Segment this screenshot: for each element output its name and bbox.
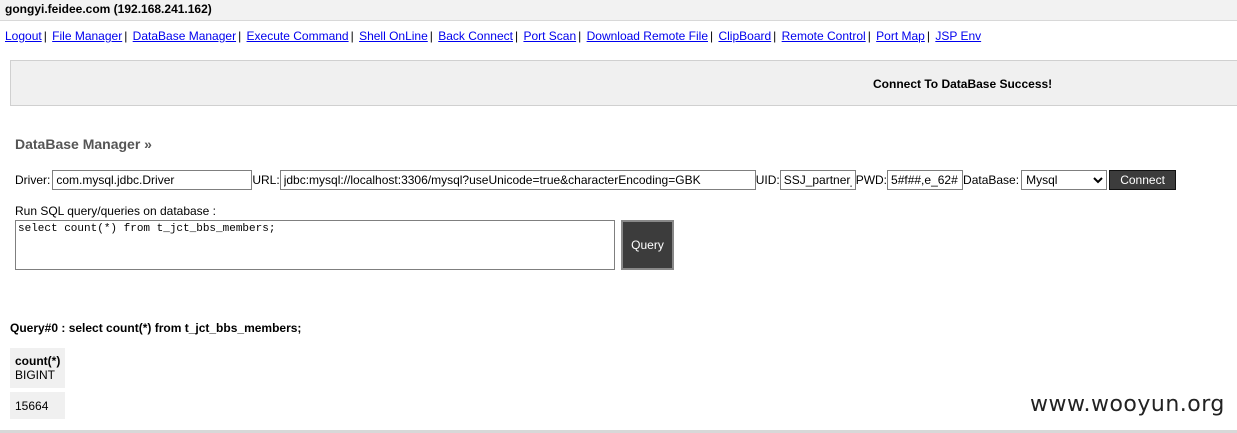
query-result-title: Query#0 : select count(*) from t_jct_bbs…: [10, 321, 302, 335]
nav-port-map[interactable]: Port Map: [876, 29, 925, 43]
database-select[interactable]: Mysql: [1021, 170, 1108, 190]
uid-input[interactable]: [779, 170, 856, 190]
nav-separator: |: [578, 29, 582, 43]
watermark-text: www.wooyun.org: [1030, 392, 1225, 417]
pwd-label: PWD:: [855, 173, 888, 187]
nav-jsp-env[interactable]: JSP Env: [935, 29, 981, 43]
pwd-input[interactable]: [887, 170, 964, 190]
nav-database-manager[interactable]: DataBase Manager: [133, 29, 236, 43]
nav-back-connect[interactable]: Back Connect: [438, 29, 513, 43]
nav-remote-control[interactable]: Remote Control: [782, 29, 866, 43]
connect-button[interactable]: Connect: [1109, 170, 1177, 190]
nav-separator: |: [238, 29, 242, 43]
nav-separator: |: [350, 29, 354, 43]
query-button[interactable]: Query: [621, 220, 674, 270]
result-header-row: count(*) BIGINT: [10, 348, 66, 392]
url-label: URL:: [252, 173, 280, 187]
connection-form: Driver: URL: UID: PWD: DataBase: Mysql C…: [15, 169, 1177, 191]
nav-separator: |: [43, 29, 47, 43]
nav-separator: |: [867, 29, 871, 43]
nav-separator: |: [926, 29, 930, 43]
nav-clipboard[interactable]: ClipBoard: [718, 29, 771, 43]
nav-logout[interactable]: Logout: [5, 29, 42, 43]
nav-separator: |: [514, 29, 519, 43]
sql-textarea[interactable]: select count(*) from t_jct_bbs_members;: [15, 220, 615, 270]
uid-label: UID:: [755, 173, 780, 187]
sql-label: Run SQL query/queries on database :: [15, 204, 217, 218]
column-type: BIGINT: [15, 368, 56, 382]
nav-execute-command[interactable]: Execute Command: [247, 29, 349, 43]
driver-label: Driver:: [15, 173, 51, 187]
result-column-header: count(*) BIGINT: [10, 348, 66, 392]
nav-separator: |: [773, 29, 777, 43]
section-heading: DataBase Manager »: [15, 136, 152, 152]
url-input[interactable]: [279, 170, 756, 190]
nav-download-remote-file[interactable]: Download Remote File: [587, 29, 708, 43]
database-label: DataBase:: [963, 173, 1020, 187]
result-table: count(*) BIGINT 15664: [10, 348, 66, 419]
nav-shell-online[interactable]: Shell OnLine: [359, 29, 428, 43]
nav-separator: |: [429, 29, 433, 43]
status-message: Connect To DataBase Success!: [873, 77, 1053, 91]
column-name: count(*): [15, 354, 61, 368]
window-title: gongyi.feidee.com (192.168.241.162): [0, 0, 1237, 21]
nav-file-manager[interactable]: File Manager: [52, 29, 122, 43]
nav-separator: |: [710, 29, 714, 43]
nav-separator: |: [124, 29, 128, 43]
nav-port-scan[interactable]: Port Scan: [523, 29, 576, 43]
status-panel: Connect To DataBase Success!: [10, 60, 1237, 106]
table-row: 15664: [10, 392, 66, 419]
driver-input[interactable]: [52, 170, 253, 190]
result-cell: 15664: [10, 392, 66, 419]
nav-bar: Logout | File Manager | DataBase Manager | …: [5, 28, 981, 44]
